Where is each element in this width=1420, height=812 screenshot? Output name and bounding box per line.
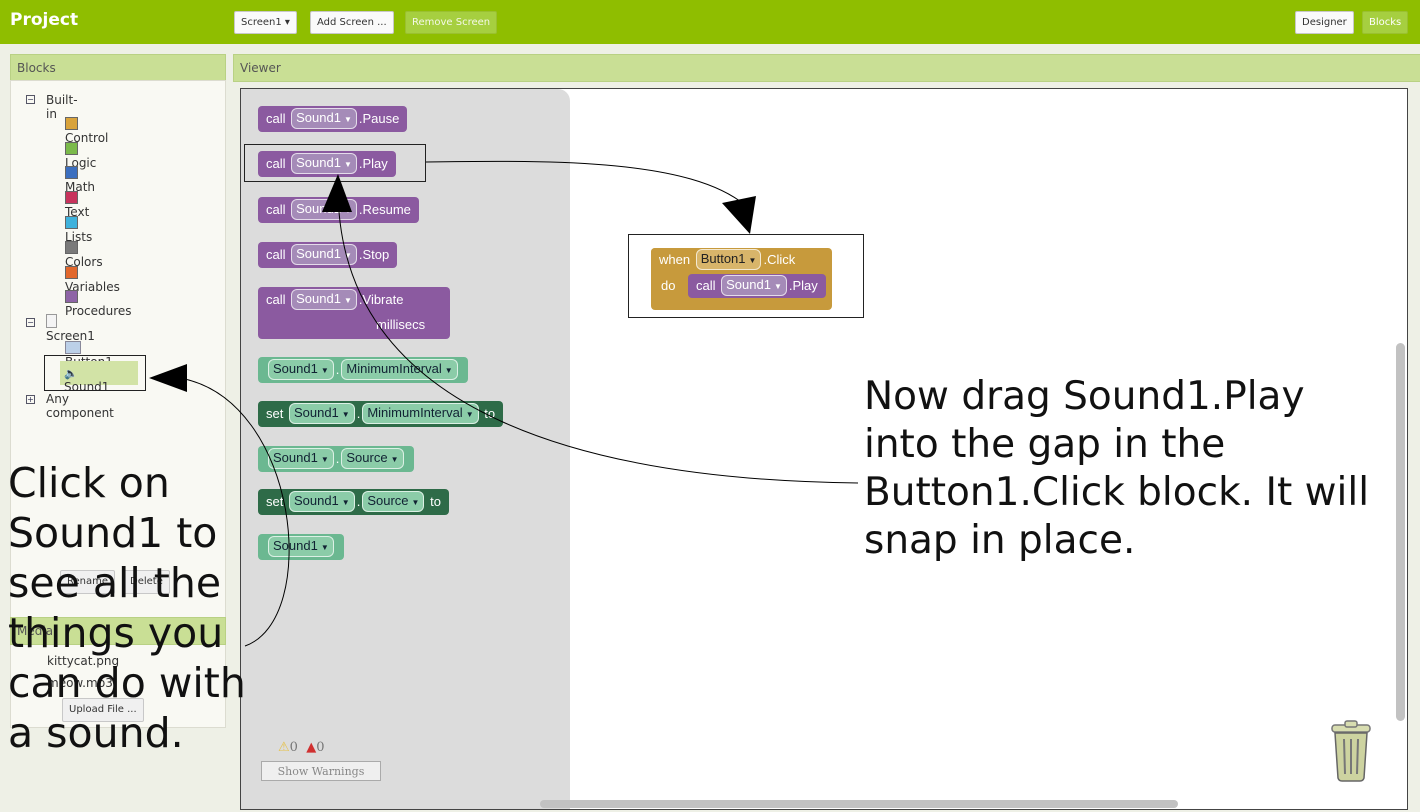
arrow-text-to-sound1 (179, 377, 290, 647)
arrow-play-to-event (425, 160, 746, 206)
annotation-arrows (149, 160, 859, 647)
arrow-text-to-play (337, 189, 859, 484)
arrow-head-icon (322, 174, 352, 212)
arrow-head-icon (722, 196, 756, 234)
arrow-head-icon (149, 364, 187, 392)
